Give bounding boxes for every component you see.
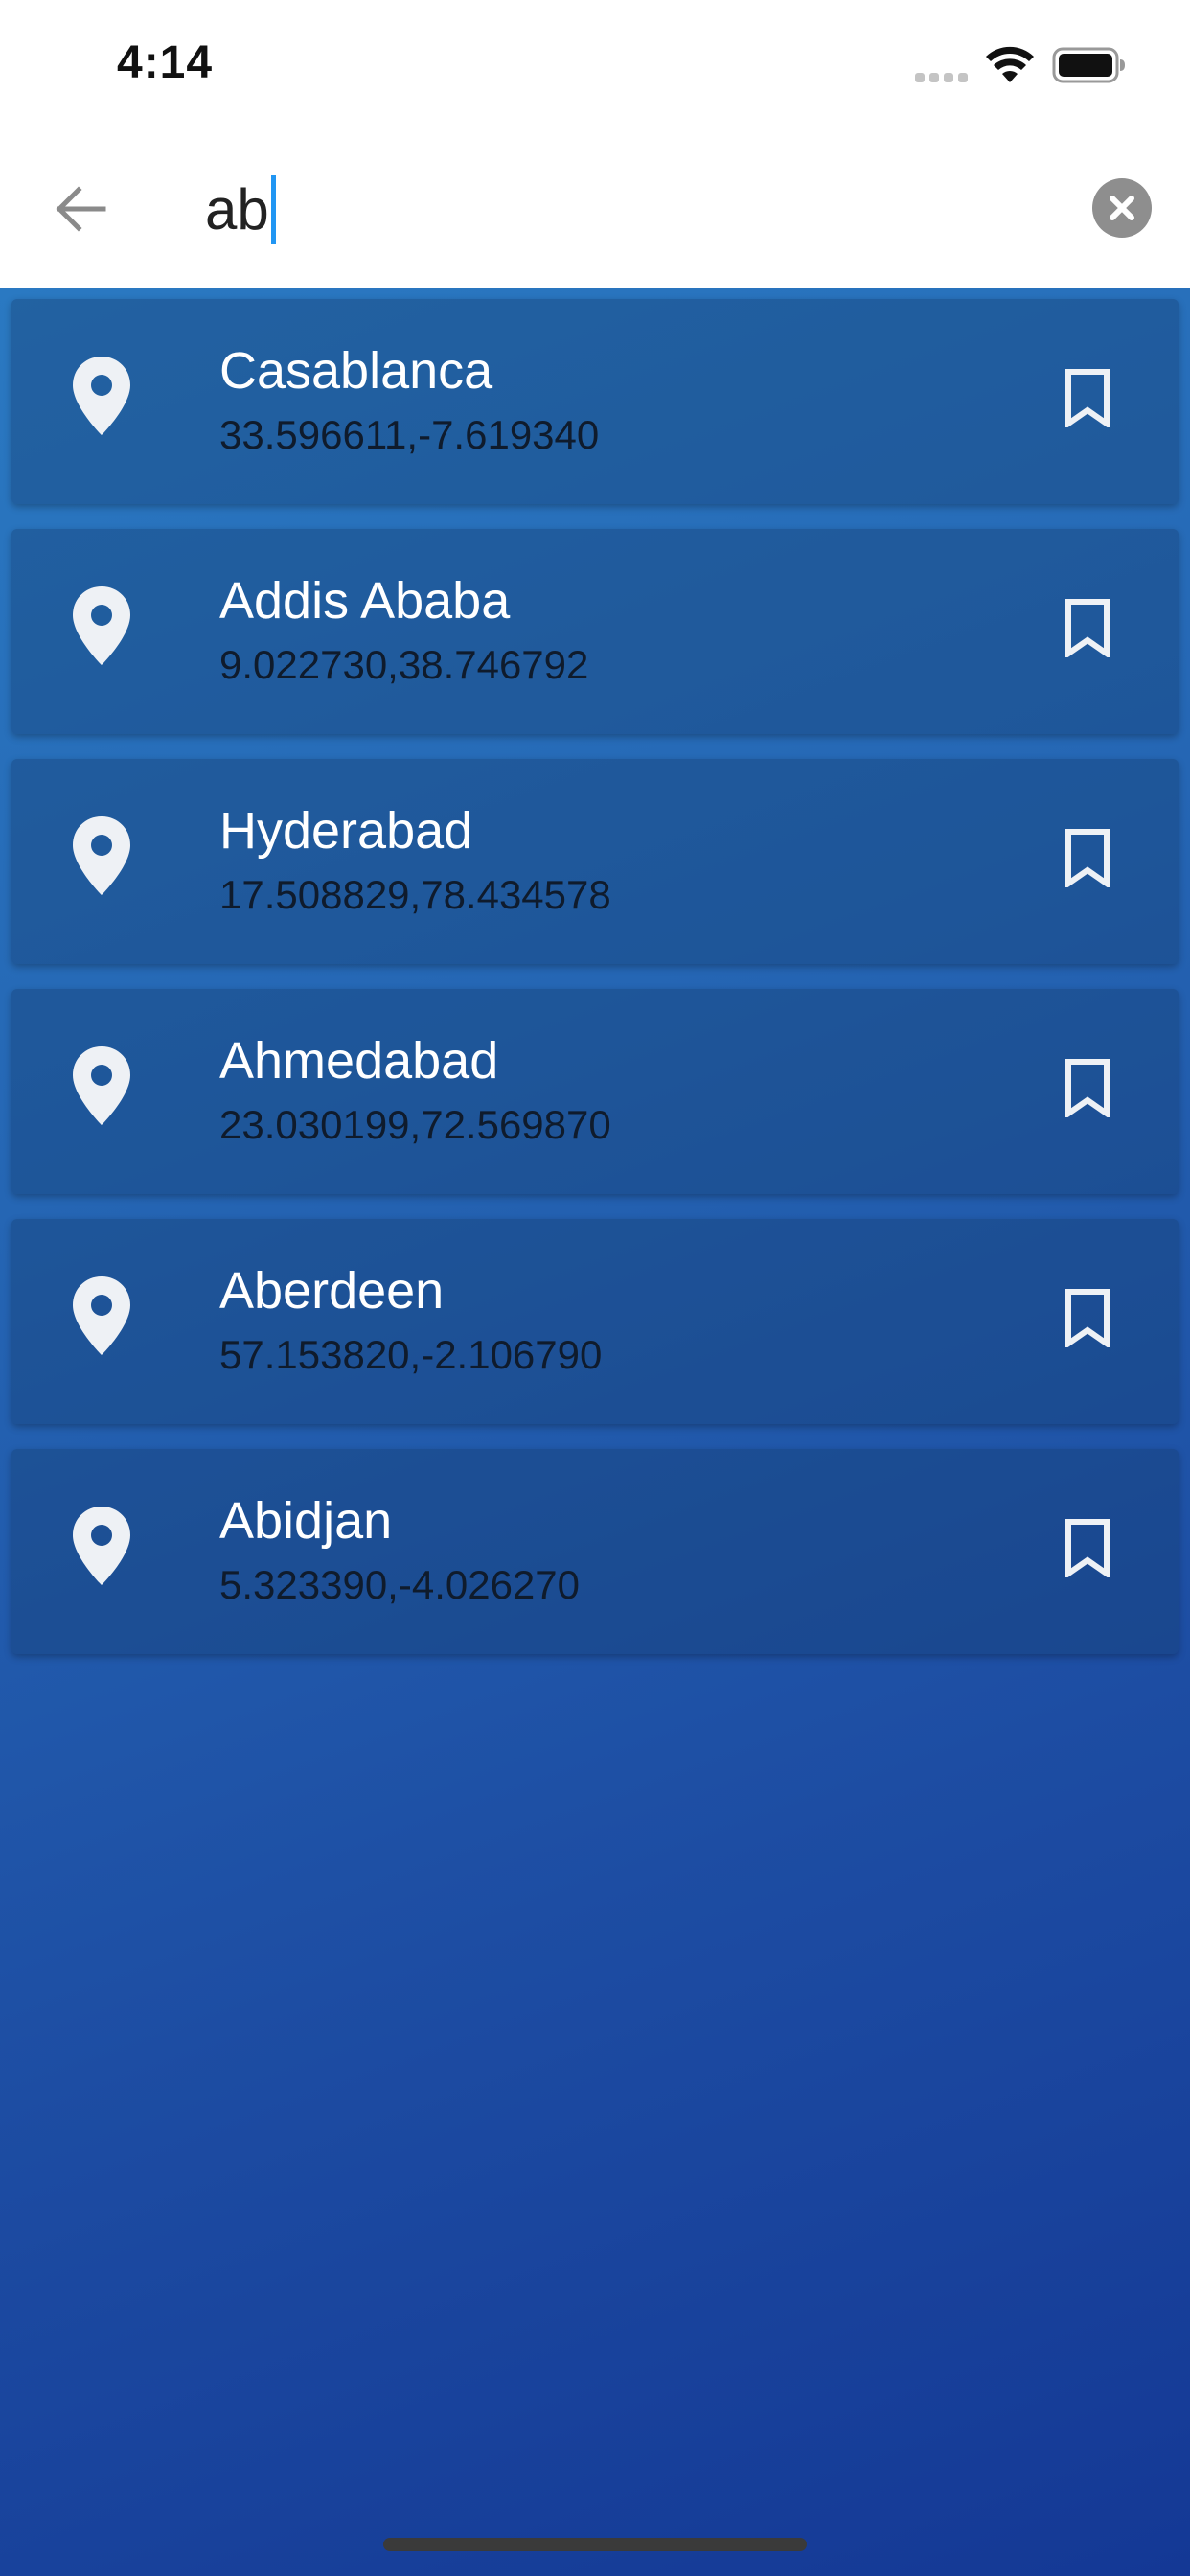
list-item[interactable]: Ahmedabad 23.030199,72.569870: [11, 989, 1179, 1194]
list-item[interactable]: Aberdeen 57.153820,-2.106790: [11, 1219, 1179, 1424]
city-name: Hyderabad: [219, 802, 473, 860]
clear-search-button[interactable]: [1092, 178, 1152, 238]
list-item[interactable]: Casablanca 33.596611,-7.619340: [11, 299, 1179, 504]
arrow-left-icon: [56, 186, 106, 232]
home-indicator[interactable]: [383, 2538, 807, 2551]
bookmark-icon[interactable]: [1064, 1058, 1111, 1117]
close-icon: [1110, 196, 1134, 220]
city-coordinates: 5.323390,-4.026270: [219, 1562, 581, 1607]
bookmark-icon[interactable]: [1064, 1518, 1111, 1577]
location-pin-icon: [73, 1046, 130, 1125]
search-input[interactable]: ab: [205, 167, 276, 253]
status-bar: 4:14: [0, 0, 1190, 134]
wifi-icon: [986, 46, 1034, 82]
bookmark-icon[interactable]: [1064, 598, 1111, 657]
results-list: Casablanca 33.596611,-7.619340 Addis Aba…: [11, 299, 1179, 1679]
bookmark-icon[interactable]: [1064, 828, 1111, 887]
location-pin-icon: [73, 356, 130, 435]
city-coordinates: 23.030199,72.569870: [219, 1102, 611, 1147]
list-item[interactable]: Addis Ababa 9.022730,38.746792: [11, 529, 1179, 734]
bookmark-icon[interactable]: [1064, 368, 1111, 427]
city-name: Abidjan: [219, 1492, 393, 1550]
list-item[interactable]: Abidjan 5.323390,-4.026270: [11, 1449, 1179, 1654]
location-pin-icon: [73, 586, 130, 665]
city-coordinates: 57.153820,-2.106790: [219, 1332, 603, 1377]
city-coordinates: 33.596611,-7.619340: [219, 412, 600, 457]
battery-icon: [1052, 47, 1125, 83]
search-input-value: ab: [205, 177, 269, 242]
location-pin-icon: [73, 1506, 130, 1585]
search-bar: ab: [0, 134, 1190, 288]
location-pin-icon: [73, 816, 130, 895]
city-name: Aberdeen: [219, 1262, 445, 1320]
text-caret: [270, 175, 276, 244]
city-name: Ahmedabad: [219, 1032, 499, 1090]
city-name: Addis Ababa: [219, 572, 511, 630]
back-button[interactable]: [46, 174, 115, 243]
city-coordinates: 9.022730,38.746792: [219, 642, 589, 687]
location-pin-icon: [73, 1276, 130, 1355]
city-coordinates: 17.508829,78.434578: [219, 872, 611, 917]
bookmark-icon[interactable]: [1064, 1288, 1111, 1347]
status-time: 4:14: [117, 37, 214, 88]
city-name: Casablanca: [219, 342, 493, 400]
cellular-signal-icon: [915, 73, 968, 82]
list-item[interactable]: Hyderabad 17.508829,78.434578: [11, 759, 1179, 964]
